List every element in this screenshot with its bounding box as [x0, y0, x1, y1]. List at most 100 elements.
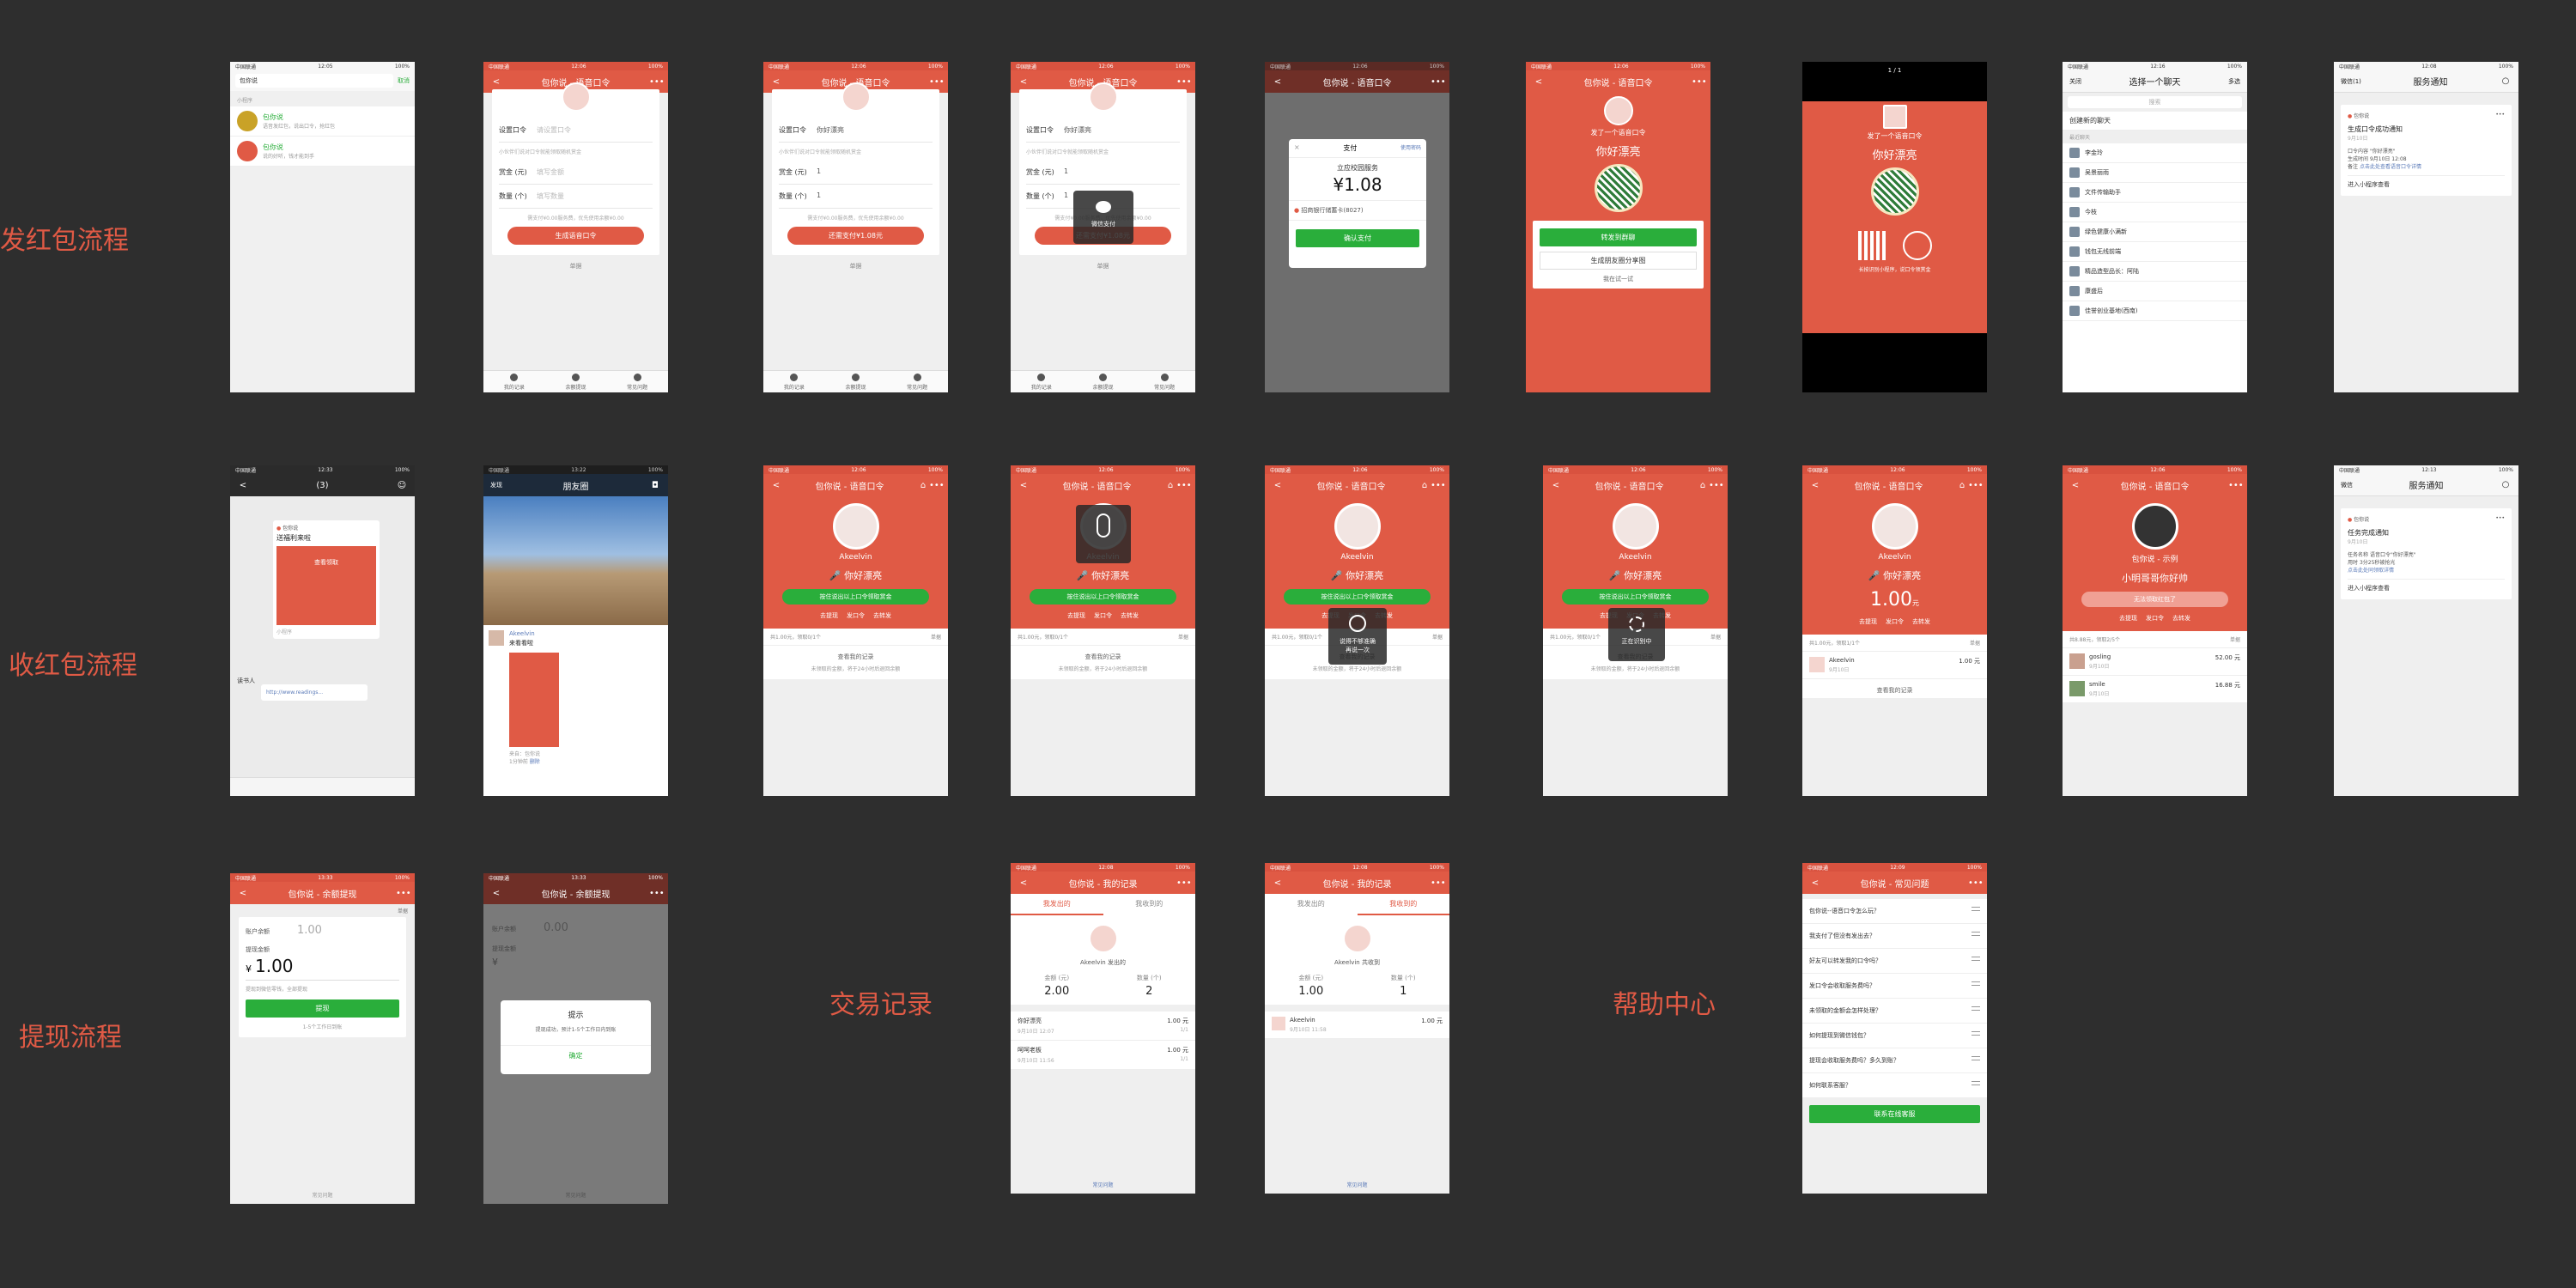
more-icon[interactable]: ••• — [2495, 515, 2505, 523]
records-link[interactable]: 单据 — [1011, 262, 1195, 270]
back-button[interactable]: 微信 — [2341, 481, 2353, 489]
send-link[interactable]: 发口令 — [1094, 611, 1112, 620]
record-row[interactable]: 你好漂亮 9月10日 12:07 1.00 元 1/1 — [1011, 1012, 1195, 1041]
more-icon[interactable]: ••• — [396, 889, 411, 898]
close-icon[interactable]: × — [1294, 143, 1300, 153]
records-link[interactable]: 单据 — [1178, 633, 1188, 641]
pay-button[interactable]: 还需支付¥1.08元 — [787, 227, 924, 245]
search-input[interactable]: 搜索 — [2068, 96, 2242, 108]
faq-item[interactable]: 提现会收取服务费吗？多久到账？ — [1802, 1048, 1987, 1073]
back-icon[interactable]: < — [1809, 878, 1821, 888]
group-members-icon[interactable]: ☺ — [396, 481, 408, 490]
more-icon[interactable]: ••• — [929, 77, 945, 87]
tab-records[interactable]: 我的记录 — [483, 371, 545, 392]
more-icon[interactable]: ••• — [929, 481, 945, 490]
link-message[interactable]: http://www.readings... — [261, 684, 368, 701]
notice-card[interactable]: ● 包你说 ••• 生成口令成功通知 9月10日 口令内容 "你好漂亮" 生成时间… — [2341, 105, 2512, 196]
back-icon[interactable]: < — [490, 77, 502, 87]
tab-received[interactable]: 我收到的 — [1103, 894, 1196, 915]
forward-link[interactable]: 去转发 — [873, 611, 891, 620]
back-button[interactable]: 发现 — [490, 481, 502, 489]
faq-item[interactable]: 我支付了但没有发出去？ — [1802, 924, 1987, 949]
new-chat-item[interactable]: 创建新的聊天 — [2063, 112, 2247, 131]
more-icon[interactable]: ••• — [1176, 878, 1192, 888]
record-row[interactable]: Akeelvin 9月10日 11:58 1.00 元 — [1265, 1012, 1449, 1039]
try-link[interactable]: 我在试一试 — [1533, 275, 1704, 283]
amount-input[interactable]: 填写金额 — [537, 167, 653, 177]
chat-contact-item[interactable]: 精品造型品长：阿陆 — [2063, 262, 2247, 282]
withdraw-button[interactable]: 提现 — [246, 999, 399, 1018]
more-icon[interactable]: ••• — [2495, 112, 2505, 119]
camera-icon[interactable]: ◘ — [649, 481, 661, 490]
records-link[interactable]: 单据 — [931, 633, 941, 641]
back-icon[interactable]: < — [1018, 481, 1030, 490]
count-input[interactable]: 1 — [817, 191, 933, 201]
more-icon[interactable]: ••• — [1692, 77, 1707, 87]
forward-link[interactable]: 去转发 — [2172, 614, 2190, 623]
chat-input-bar[interactable] — [230, 777, 415, 796]
forward-link[interactable]: 去转发 — [1121, 611, 1139, 620]
back-icon[interactable]: < — [1550, 481, 1562, 490]
chat-contact-item[interactable]: 李金玲 — [2063, 143, 2247, 163]
ok-button[interactable]: 确定 — [501, 1045, 651, 1060]
faq-item[interactable]: 未领取的金额会怎样处理？ — [1802, 999, 1987, 1024]
back-button[interactable]: 微信(1) — [2341, 77, 2361, 86]
more-icon[interactable]: ••• — [1968, 878, 1984, 888]
cancel-button[interactable]: 取消 — [398, 76, 410, 85]
help-link[interactable]: 常见问题 — [230, 1191, 415, 1199]
chat-contact-item[interactable]: 绿色健康小满新 — [2063, 222, 2247, 242]
faq-item[interactable]: 如何联系客服？ — [1802, 1073, 1987, 1098]
records-link[interactable]: 单据 — [483, 262, 668, 270]
tab-records[interactable]: 我的记录 — [1011, 371, 1072, 392]
home-icon[interactable]: ⌂ — [1956, 481, 1968, 490]
contact-support-button[interactable]: 联系在线客服 — [1809, 1105, 1980, 1123]
help-link[interactable]: 常见问题 — [1265, 1181, 1449, 1188]
more-icon[interactable]: ••• — [1709, 481, 1724, 490]
tab-help[interactable]: 常见问题 — [1133, 371, 1195, 392]
multi-select-button[interactable]: 多选 — [2228, 77, 2240, 86]
help-link[interactable]: 常见问题 — [1011, 1181, 1195, 1188]
back-icon[interactable]: < — [1018, 878, 1030, 888]
tab-sent[interactable]: 我发出的 — [1265, 894, 1358, 915]
word-input[interactable]: 你好漂亮 — [817, 125, 933, 135]
chat-contact-item[interactable]: 今枝 — [2063, 203, 2247, 222]
hold-to-speak-button[interactable]: 按住说出以上口令领取赏金 — [1030, 589, 1176, 605]
generate-button[interactable]: 生成语音口令 — [507, 227, 644, 245]
send-link[interactable]: 发口令 — [847, 611, 865, 620]
settings-icon[interactable]: ○ — [2500, 480, 2512, 489]
tab-sent[interactable]: 我发出的 — [1011, 894, 1103, 915]
search-input[interactable]: 包你说 — [235, 74, 393, 88]
shared-poster-image[interactable] — [509, 653, 559, 747]
hold-to-speak-button[interactable]: 按住说出以上口令领取赏金 — [1284, 589, 1431, 605]
back-icon[interactable]: < — [2069, 481, 2081, 490]
withdraw-link[interactable]: 去提现 — [1067, 611, 1085, 620]
back-icon[interactable]: < — [1809, 481, 1821, 490]
withdraw-link[interactable]: 去提现 — [1859, 617, 1877, 626]
hold-to-speak-button[interactable]: 按住说出以上口令领取赏金 — [1562, 589, 1709, 605]
records-link[interactable]: 单据 — [230, 904, 415, 917]
view-records-link[interactable]: 查看我的记录 — [1011, 646, 1195, 665]
records-link[interactable]: 单据 — [1432, 633, 1443, 641]
back-icon[interactable]: < — [1272, 481, 1284, 490]
records-link[interactable]: 单据 — [1710, 633, 1721, 641]
chat-contact-item[interactable]: 吴景丽雨 — [2063, 163, 2247, 183]
tab-help[interactable]: 常见问题 — [606, 371, 668, 392]
hold-to-speak-button[interactable]: 按住说出以上口令领取赏金 — [782, 589, 929, 605]
home-icon[interactable]: ⌂ — [917, 481, 929, 490]
settings-icon[interactable]: ○ — [2500, 76, 2512, 86]
tab-received[interactable]: 我收到的 — [1357, 894, 1449, 915]
tab-records[interactable]: 我的记录 — [763, 371, 825, 392]
enter-mini-program-link[interactable]: 进入小程序查看 — [2348, 175, 2505, 189]
more-icon[interactable]: ••• — [1176, 77, 1192, 87]
more-icon[interactable]: ••• — [2228, 481, 2244, 490]
more-icon[interactable]: ••• — [649, 77, 665, 87]
mini-program-result[interactable]: 包你说 语音发红包，说出口令，抢红包 — [230, 106, 415, 137]
withdraw-link[interactable]: 去提现 — [820, 611, 838, 620]
view-records-link[interactable]: 查看我的记录 — [1802, 679, 1987, 698]
home-icon[interactable]: ⌂ — [1697, 481, 1709, 490]
back-icon[interactable]: < — [770, 481, 782, 490]
moments-image-button[interactable]: 生成朋友圈分享图 — [1540, 252, 1697, 270]
records-link[interactable]: 单据 — [1970, 639, 1980, 647]
back-icon[interactable]: < — [1018, 77, 1030, 87]
enter-mini-program-link[interactable]: 进入小程序查看 — [2348, 579, 2505, 592]
